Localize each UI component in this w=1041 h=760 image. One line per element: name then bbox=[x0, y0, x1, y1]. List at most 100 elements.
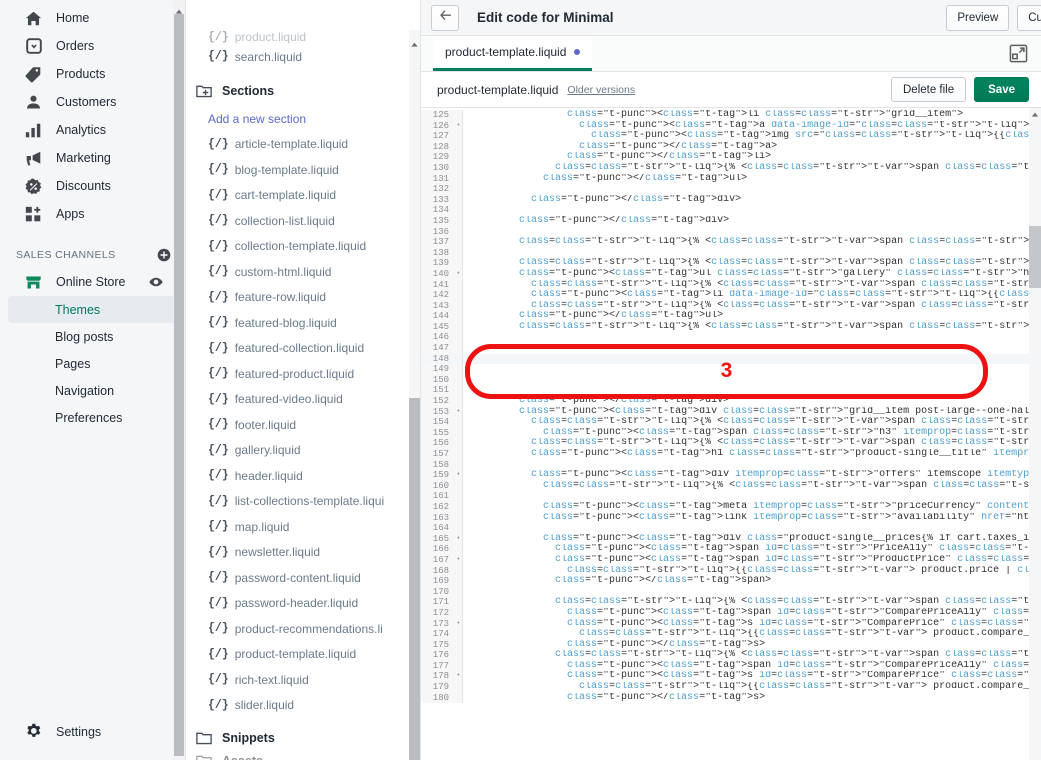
code-fold-marker[interactable] bbox=[455, 226, 462, 238]
eye-icon[interactable] bbox=[149, 275, 163, 289]
code-text[interactable] bbox=[462, 226, 1041, 238]
file-item[interactable]: {/} blog-template.liquid bbox=[186, 157, 420, 183]
code-line[interactable]: 176 class=class="t-str">"t-liq">{% <clas… bbox=[421, 650, 1041, 661]
code-text[interactable] bbox=[462, 459, 1041, 471]
code-text[interactable]: class="t-punc"><class="t-tag">div class=… bbox=[462, 533, 1041, 545]
code-line[interactable]: 146 bbox=[421, 332, 1041, 344]
code-text[interactable] bbox=[462, 385, 1041, 397]
back-button[interactable] bbox=[431, 4, 459, 31]
file-item[interactable]: {/} collection-list.liquid bbox=[186, 208, 420, 234]
code-line[interactable]: 166 class="t-punc"><class="t-tag">span i… bbox=[421, 544, 1041, 555]
file-item[interactable]: {/} article-template.liquid bbox=[186, 132, 420, 158]
code-line[interactable]: 169 class="t-punc"></class="t-tag">span> bbox=[421, 576, 1041, 587]
code-line[interactable]: 144 class="t-punc"></class="t-tag">ul> bbox=[421, 311, 1041, 322]
code-text[interactable]: class="t-punc"><class="t-tag">li data-im… bbox=[462, 290, 1041, 301]
sidebar-item-marketing[interactable]: Marketing bbox=[8, 144, 177, 172]
code-line[interactable]: 177 class="t-punc"><class="t-tag">span i… bbox=[421, 660, 1041, 672]
code-line[interactable]: 160 class=class="t-str">"t-liq">{% <clas… bbox=[421, 480, 1041, 492]
code-fold-marker[interactable] bbox=[455, 438, 462, 449]
scroll-up-arrow-icon[interactable] bbox=[175, 3, 183, 14]
code-text[interactable]: class="t-punc"><class="t-tag">li class=c… bbox=[462, 110, 1041, 121]
code-line[interactable]: 152 class="t-punc"></class="t-tag">div> bbox=[421, 396, 1041, 407]
file-item[interactable]: {/} featured-blog.liquid bbox=[186, 310, 420, 336]
sidebar-item-online-store[interactable]: Online Store bbox=[8, 268, 177, 296]
code-text[interactable]: class="t-punc"><class="t-tag">s id=class… bbox=[462, 618, 1041, 630]
code-line[interactable]: 178 • class="t-punc"><class="t-tag">s id=… bbox=[421, 671, 1041, 683]
code-line[interactable]: 162 class="t-punc"><class="t-tag">meta i… bbox=[421, 501, 1041, 513]
code-line[interactable]: 174 class=class="t-str">"t-liq">{{class=… bbox=[421, 629, 1041, 640]
folder-snippets[interactable]: Snippets bbox=[186, 723, 420, 753]
code-text[interactable] bbox=[462, 523, 1041, 534]
file-item[interactable]: {/} featured-video.liquid bbox=[186, 387, 420, 413]
code-text[interactable]: class=class="t-str">"t-liq">{% <class=cl… bbox=[462, 162, 1041, 174]
sidebar-item-discounts[interactable]: Discounts bbox=[8, 172, 177, 200]
sidebar-item-navigation[interactable]: Navigation bbox=[8, 377, 177, 404]
code-text[interactable]: class=class="t-str">"t-liq">{% <class=cl… bbox=[462, 279, 1041, 291]
older-versions-link[interactable]: Older versions bbox=[567, 84, 635, 96]
code-text[interactable]: class=class="t-str">"t-liq">{% <class=cl… bbox=[462, 300, 1041, 312]
code-fold-marker[interactable] bbox=[455, 576, 462, 587]
customize-theme-button[interactable]: Customize theme bbox=[1017, 4, 1041, 31]
file-item-partial[interactable]: {/} product.liquid bbox=[186, 30, 420, 44]
file-item[interactable]: {/} collection-template.liquid bbox=[186, 234, 420, 260]
delete-file-button[interactable]: Delete file bbox=[891, 77, 967, 102]
file-item[interactable]: {/} newsletter.liquid bbox=[186, 540, 420, 566]
code-fold-marker[interactable] bbox=[455, 247, 462, 259]
code-text[interactable]: class=class="t-str">"t-liq">{{class=clas… bbox=[462, 565, 1041, 577]
code-line[interactable]: 125 class="t-punc"><class="t-tag">li cla… bbox=[421, 110, 1041, 121]
code-line[interactable]: 157 class="t-punc"><class="t-tag">h1 cla… bbox=[421, 449, 1041, 460]
code-fold-marker[interactable] bbox=[455, 332, 462, 344]
code-fold-marker[interactable] bbox=[455, 258, 462, 269]
folder-assets[interactable]: Assets bbox=[186, 753, 420, 760]
code-line[interactable]: 145 class=class="t-str">"t-liq">{% <clas… bbox=[421, 321, 1041, 333]
code-fold-marker[interactable] bbox=[455, 364, 462, 375]
file-item[interactable]: {/} feature-row.liquid bbox=[186, 285, 420, 311]
code-fold-marker[interactable] bbox=[455, 629, 462, 640]
file-item[interactable]: {/} featured-product.liquid bbox=[186, 361, 420, 387]
code-fold-marker[interactable] bbox=[455, 597, 462, 608]
code-fold-marker[interactable]: • bbox=[455, 268, 462, 280]
code-line[interactable]: 172 class="t-punc"><class="t-tag">span i… bbox=[421, 607, 1041, 619]
code-text[interactable]: class="t-punc"><class="t-tag">div class=… bbox=[462, 406, 1041, 418]
code-text[interactable]: class="t-punc"></class="t-tag">a> bbox=[462, 141, 1041, 153]
code-line[interactable]: 171 class=class="t-str">"t-liq">{% <clas… bbox=[421, 597, 1041, 608]
code-text[interactable]: class="t-punc"><class="t-tag">s id=class… bbox=[462, 671, 1041, 683]
sidebar-scrollbar-thumb[interactable] bbox=[174, 14, 184, 756]
file-item[interactable]: {/} header.liquid bbox=[186, 463, 420, 489]
file-item[interactable]: {/} list-collections-template.liqui bbox=[186, 489, 420, 515]
code-text[interactable]: class="t-punc"><class="t-tag">h1 class=c… bbox=[462, 449, 1041, 460]
code-fold-marker[interactable]: • bbox=[455, 406, 462, 418]
code-line[interactable]: 159 • class="t-punc"><class="t-tag">div i… bbox=[421, 470, 1041, 481]
code-fold-marker[interactable]: • bbox=[455, 671, 462, 683]
code-text[interactable] bbox=[462, 374, 1041, 386]
code-text[interactable]: class="t-punc"><class="t-tag">div itempr… bbox=[462, 470, 1041, 481]
code-fold-marker[interactable] bbox=[455, 353, 462, 365]
add-a-new-section-link[interactable]: Add a new section bbox=[186, 106, 420, 132]
sidebar-item-blog-posts[interactable]: Blog posts bbox=[8, 323, 177, 350]
code-scroll-up-arrow-icon[interactable] bbox=[1030, 111, 1040, 119]
code-text[interactable]: class="t-punc"><class="t-tag">ul class=c… bbox=[462, 268, 1041, 280]
file-item[interactable]: {/} gallery.liquid bbox=[186, 438, 420, 464]
file-item[interactable]: {/} featured-collection.liquid bbox=[186, 336, 420, 362]
code-text[interactable]: class=class="t-str">"t-liq">{% <class=cl… bbox=[462, 650, 1041, 661]
code-fold-marker[interactable] bbox=[455, 396, 462, 407]
code-text[interactable]: class=class="t-str">"t-liq">{% <class=cl… bbox=[462, 438, 1041, 449]
code-fold-marker[interactable] bbox=[455, 427, 462, 439]
code-line[interactable]: 163 class="t-punc"><class="t-tag">link i… bbox=[421, 512, 1041, 524]
code-fold-marker[interactable] bbox=[455, 501, 462, 513]
file-list-scrollbar-track[interactable] bbox=[409, 30, 420, 760]
code-text[interactable]: class="t-punc"><class="t-tag">span id=cl… bbox=[462, 554, 1041, 566]
code-line[interactable]: 142 class="t-punc"><class="t-tag">li dat… bbox=[421, 290, 1041, 301]
code-line[interactable]: 148 bbox=[421, 353, 1041, 365]
code-text[interactable]: class=class="t-str">"t-liq">{% <class=cl… bbox=[462, 480, 1041, 492]
code-line[interactable]: 165 • class="t-punc"><class="t-tag">div c… bbox=[421, 533, 1041, 545]
code-line[interactable]: 153 • class="t-punc"><class="t-tag">div c… bbox=[421, 406, 1041, 418]
code-line[interactable]: 151 bbox=[421, 385, 1041, 397]
code-text[interactable] bbox=[462, 343, 1041, 354]
code-line[interactable]: 128 class="t-punc"></class="t-tag">a> bbox=[421, 141, 1041, 153]
code-fold-marker[interactable]: • bbox=[455, 554, 462, 566]
plus-circle-icon[interactable] bbox=[157, 248, 171, 262]
code-line[interactable]: 134 bbox=[421, 205, 1041, 216]
file-list-scroll-up-arrow-icon[interactable] bbox=[410, 36, 419, 47]
code-fold-marker[interactable] bbox=[455, 650, 462, 661]
